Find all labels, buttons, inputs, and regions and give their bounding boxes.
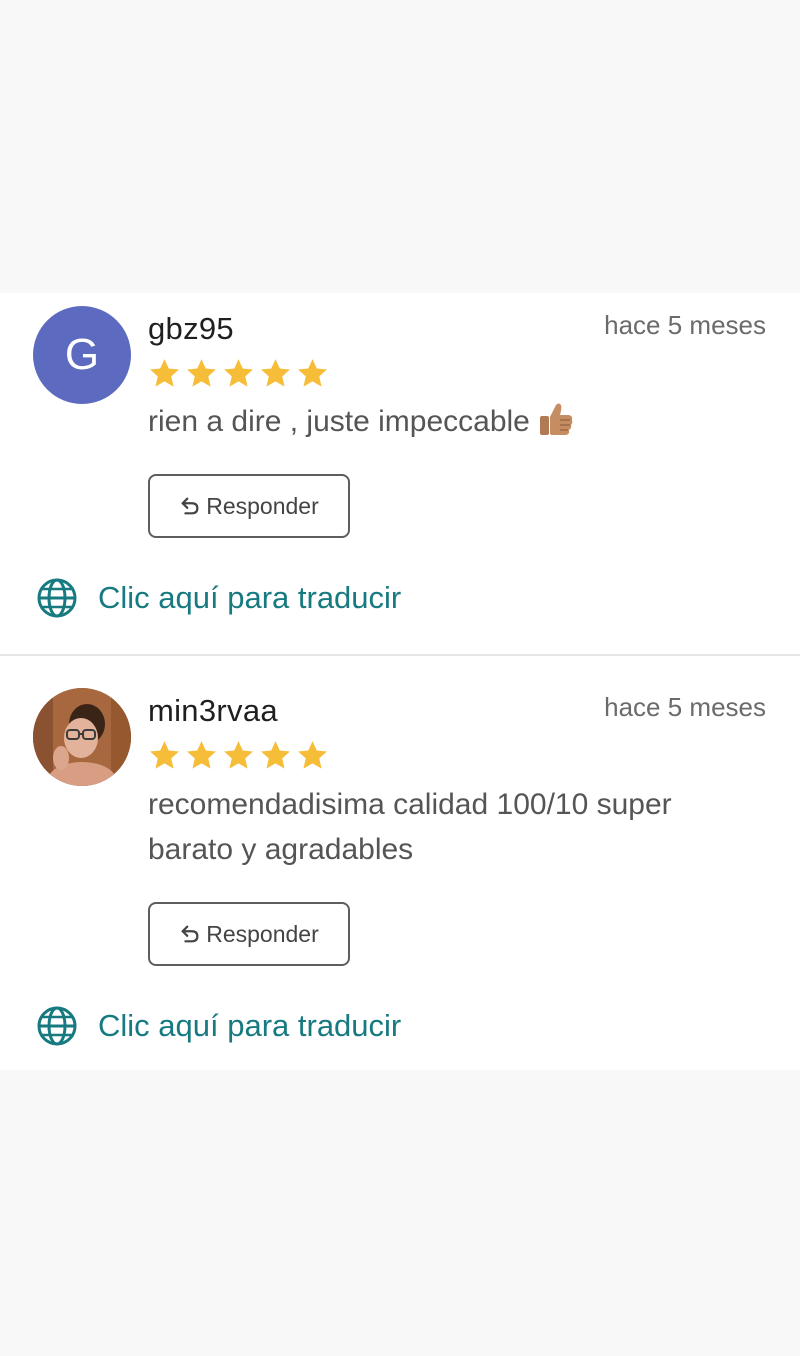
thumbs-up-emoji-icon — [539, 403, 573, 435]
star-icon — [298, 359, 327, 387]
star-icon — [150, 741, 179, 769]
reply-arrow-icon — [181, 925, 199, 943]
star-icon — [224, 741, 253, 769]
reply-button[interactable]: Responder — [148, 902, 350, 966]
timestamp: hace 5 meses — [604, 310, 766, 340]
username[interactable]: gbz95 — [148, 311, 234, 347]
star-icon — [298, 741, 327, 769]
translate-link-label: Clic aquí para traducir — [98, 1008, 402, 1043]
star-rating — [148, 739, 329, 772]
star-icon — [261, 741, 290, 769]
review-card: G gbz95 hace 5 meses rien a dire , juste… — [0, 293, 800, 654]
username[interactable]: min3rvaa — [148, 693, 278, 729]
reviews-list: G gbz95 hace 5 meses rien a dire , juste… — [0, 293, 800, 1070]
avatar-initial: G — [64, 330, 100, 379]
star-icon — [187, 359, 216, 387]
user-photo-icon — [33, 688, 131, 786]
review-text-content: rien a dire , juste impeccable — [148, 405, 530, 438]
reply-button-label: Responder — [206, 920, 319, 947]
star-icon — [150, 359, 179, 387]
reply-button-label: Responder — [206, 492, 319, 519]
review-card: min3rvaa hace 5 meses recomendadisima ca… — [0, 656, 800, 1070]
review-text: rien a dire , juste impeccable — [148, 399, 763, 444]
globe-icon — [37, 1006, 77, 1046]
globe-icon — [37, 578, 77, 618]
star-icon — [187, 741, 216, 769]
star-icon — [224, 359, 253, 387]
reply-button[interactable]: Responder — [148, 474, 350, 538]
avatar[interactable]: G — [33, 306, 131, 404]
translate-link[interactable]: Clic aquí para traducir — [36, 1005, 401, 1047]
star-rating — [148, 357, 329, 390]
reply-arrow-icon — [181, 497, 199, 515]
review-text: recomendadisima calidad 100/10 super bar… — [148, 788, 672, 866]
timestamp: hace 5 meses — [604, 692, 766, 722]
translate-link-label: Clic aquí para traducir — [98, 580, 402, 615]
top-blank-area — [0, 0, 800, 293]
translate-link[interactable]: Clic aquí para traducir — [36, 577, 401, 619]
star-icon — [261, 359, 290, 387]
avatar[interactable] — [33, 688, 131, 786]
bottom-blank-area — [0, 1070, 800, 1356]
